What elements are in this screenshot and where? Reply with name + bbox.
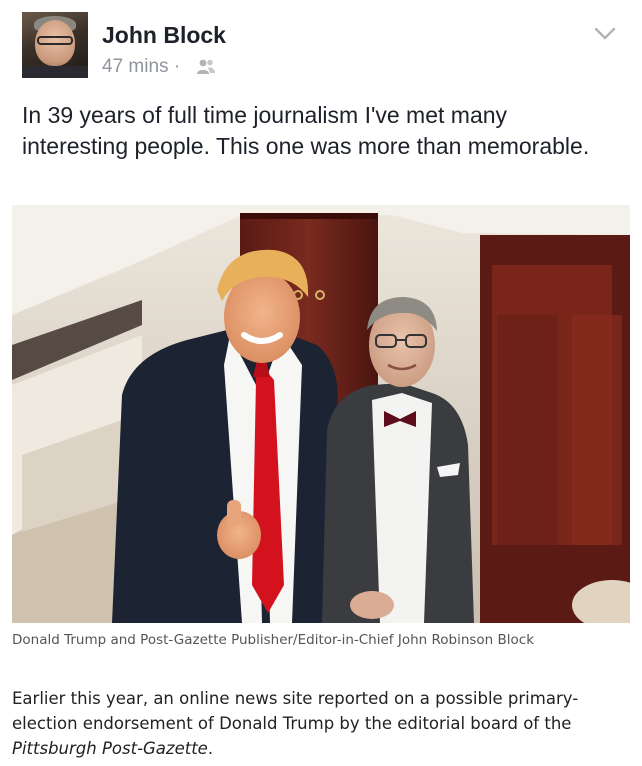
- timestamp-text[interactable]: 47 mins: [102, 56, 169, 77]
- article-text-after: .: [207, 739, 214, 758]
- photo-illustration: [12, 205, 630, 623]
- article-paragraph: Earlier this year, an online news site r…: [12, 686, 632, 761]
- post-header: John Block 47 mins ·: [0, 0, 642, 90]
- publication-name: Pittsburgh Post-Gazette: [12, 739, 208, 758]
- chevron-down-icon[interactable]: [593, 26, 617, 42]
- friends-icon[interactable]: [196, 58, 216, 76]
- timestamp-separator: ·: [173, 56, 181, 77]
- article-text-before: Earlier this year, an online news site r…: [12, 689, 579, 733]
- photo-caption: Donald Trump and Post-Gazette Publisher/…: [12, 632, 535, 648]
- post-text: In 39 years of full time journalism I've…: [22, 102, 590, 159]
- author-name[interactable]: John Block: [102, 22, 226, 49]
- post-photo[interactable]: [12, 205, 630, 623]
- post-timestamp[interactable]: 47 mins ·: [102, 56, 180, 78]
- avatar[interactable]: [22, 12, 88, 78]
